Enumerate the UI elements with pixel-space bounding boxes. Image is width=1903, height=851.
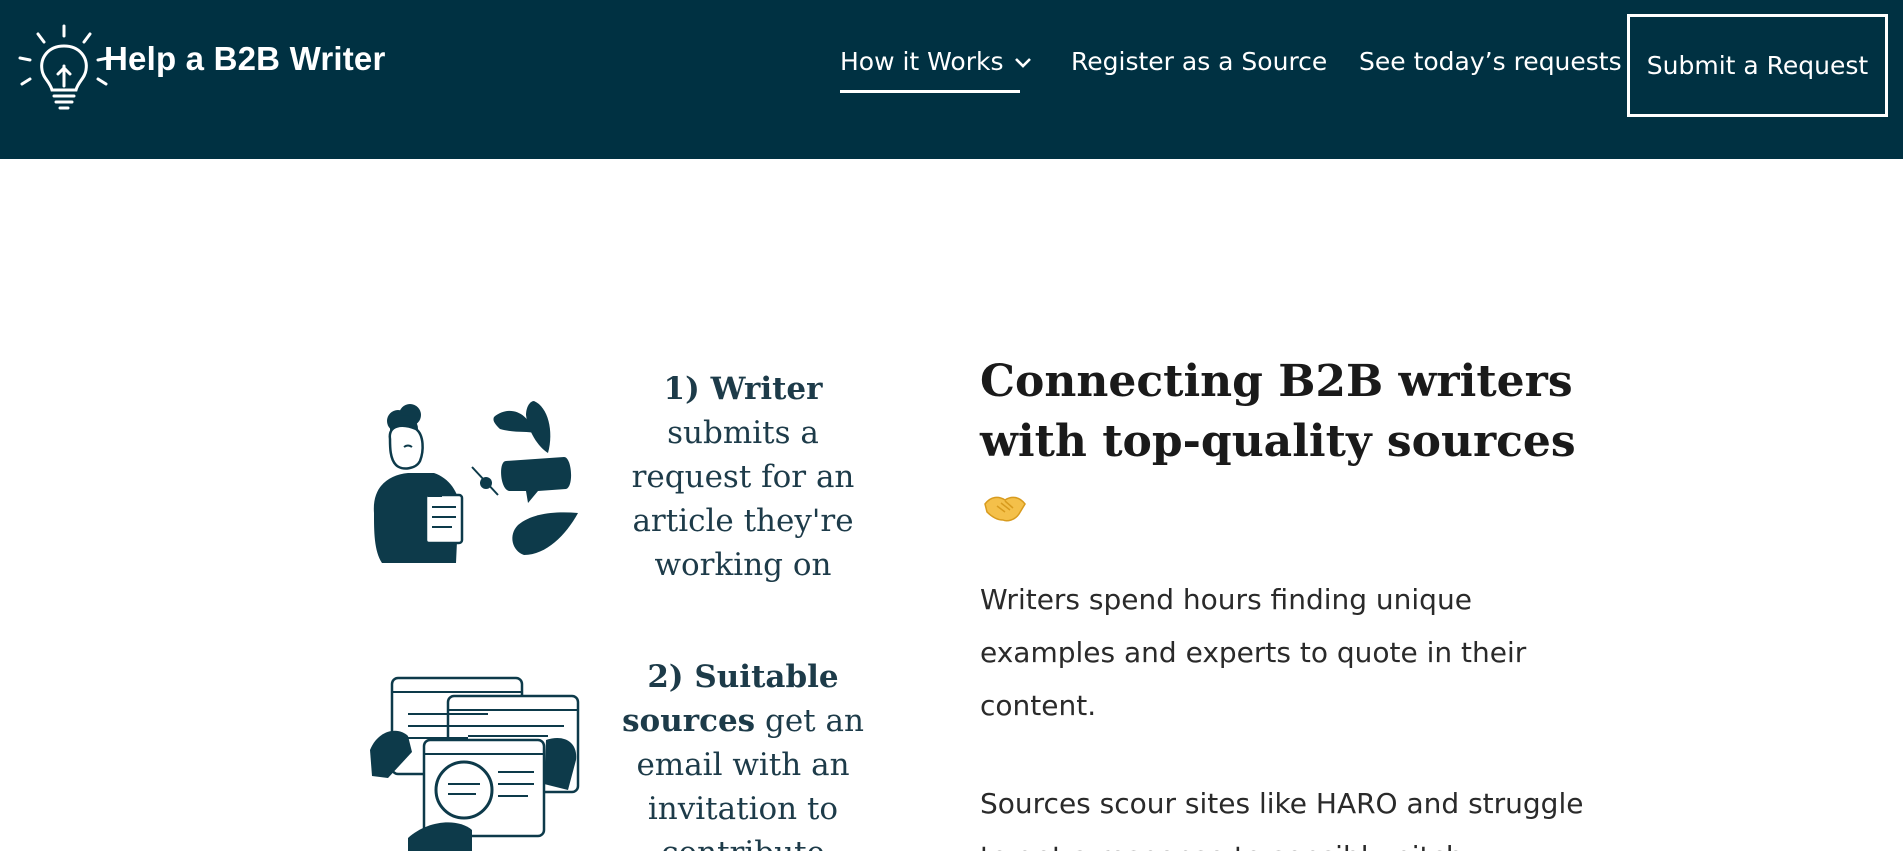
sources-illustration (370, 676, 580, 851)
step-2-text: 2) Suitable sources get an email with an… (618, 655, 868, 851)
writer-illustration (373, 401, 578, 563)
page-title: Connecting B2B writers with top-quality … (980, 356, 1576, 467)
intro-paragraph-1: Writers spend hours finding unique examp… (980, 583, 1527, 722)
handshake-icon (984, 496, 1026, 522)
nav-how-it-works-label: How it Works (840, 47, 1004, 76)
nav-how-it-works[interactable]: How it Works (840, 47, 1032, 76)
step-1-number: 1) (663, 371, 700, 407)
active-nav-underline (840, 90, 1020, 93)
step-1-bold: Writer (710, 371, 823, 407)
chevron-down-icon (1014, 58, 1031, 68)
brand-name[interactable]: Help a B2B Writer (104, 40, 386, 78)
step-2-number: 2) (647, 659, 684, 695)
step-1-body: submits a request for an article they're… (631, 415, 855, 583)
submit-request-button[interactable]: Submit a Request (1627, 14, 1888, 117)
nav-register-as-source[interactable]: Register as a Source (1071, 47, 1327, 76)
step-1-text: 1) Writer submits a request for an artic… (618, 367, 868, 587)
logo-link[interactable] (16, 22, 112, 118)
site-header: Help a B2B Writer How it Works Register … (0, 0, 1903, 159)
nav-todays-requests[interactable]: See today’s requests (1359, 47, 1622, 76)
intro-paragraph-2: Sources scour sites like HARO and strugg… (980, 787, 1584, 851)
lightbulb-icon (18, 24, 110, 110)
page: Help a B2B Writer How it Works Register … (0, 0, 1903, 851)
